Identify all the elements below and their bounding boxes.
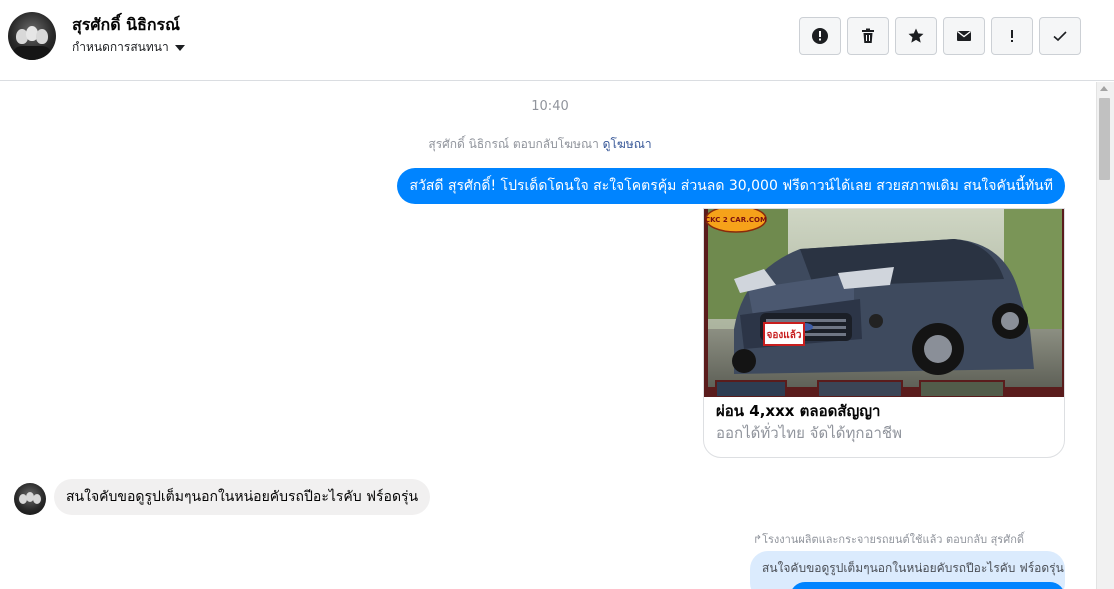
delete-button[interactable]	[847, 17, 889, 55]
done-button[interactable]	[1039, 17, 1081, 55]
incoming-message-bubble[interactable]: สนใจคับขอดูรูปเต็มๆนอกในหน่อยคับรถปีอะไร…	[54, 479, 431, 515]
ad-sticker-text: จองแล้ว	[767, 329, 802, 341]
envelope-icon	[957, 30, 971, 41]
ad-subtitle: ออกได้ทั่วไทย จัดได้ทุกอาชีพ	[716, 424, 902, 442]
message-timestamp: 10:40	[531, 99, 569, 114]
ad-card[interactable]: CKC 2 CAR.COM จองแล้ว ผ่อน 4,xxx ตลอดสัญ…	[703, 208, 1065, 458]
star-icon	[908, 28, 924, 43]
contact-avatar[interactable]	[8, 12, 56, 60]
star-button[interactable]	[895, 17, 937, 55]
conversation-header: สุรศักดิ์ นิธิกรณ์ กำหนดการสนทนา	[0, 0, 1114, 81]
outgoing-message-bubble[interactable]: สวัสดี สุรศักดิ์! โปรเด็ดโดนใจ สะใจโคตรค…	[397, 168, 1065, 204]
conversation-label-text: กำหนดการสนทนา	[72, 40, 169, 54]
ad-reply-note-text: สุรศักดิ์ นิธิกรณ์ ตอบกลับโฆษณา	[428, 137, 599, 151]
contact-avatar-small[interactable]	[14, 483, 46, 515]
spam-button[interactable]	[991, 17, 1033, 55]
check-icon	[1053, 31, 1067, 42]
scroll-up-arrow-icon[interactable]	[1100, 86, 1108, 91]
mark-unread-button[interactable]	[943, 17, 985, 55]
scrollbar-thumb[interactable]	[1099, 98, 1110, 180]
contact-name[interactable]: สุรศักดิ์ นิธิกรณ์	[72, 13, 180, 38]
report-button[interactable]	[799, 17, 841, 55]
alert-circle-icon	[812, 28, 828, 44]
exclamation-icon	[1011, 30, 1013, 42]
replied-to-label: ↱โรงงานผลิตและกระจายรถยนต์ใช้แล้ว ตอบกลั…	[752, 533, 1024, 546]
ad-reply-note: สุรศักดิ์ นิธิกรณ์ ตอบกลับโฆษณา ดูโฆษณา	[0, 135, 1080, 154]
trash-icon	[862, 28, 874, 43]
conversation-label-dropdown[interactable]: กำหนดการสนทนา	[72, 38, 185, 57]
ad-title: ผ่อน 4,xxx ตลอดสัญญา	[716, 402, 881, 420]
ad-badge-text: CKC 2 CAR.COM	[705, 216, 767, 224]
car-ad-image: CKC 2 CAR.COM จองแล้ว	[704, 209, 1064, 397]
caret-down-icon	[174, 45, 185, 51]
outgoing-message-bubble-partial[interactable]	[790, 582, 1065, 589]
view-ad-link[interactable]: ดูโฆษณา	[603, 137, 652, 151]
